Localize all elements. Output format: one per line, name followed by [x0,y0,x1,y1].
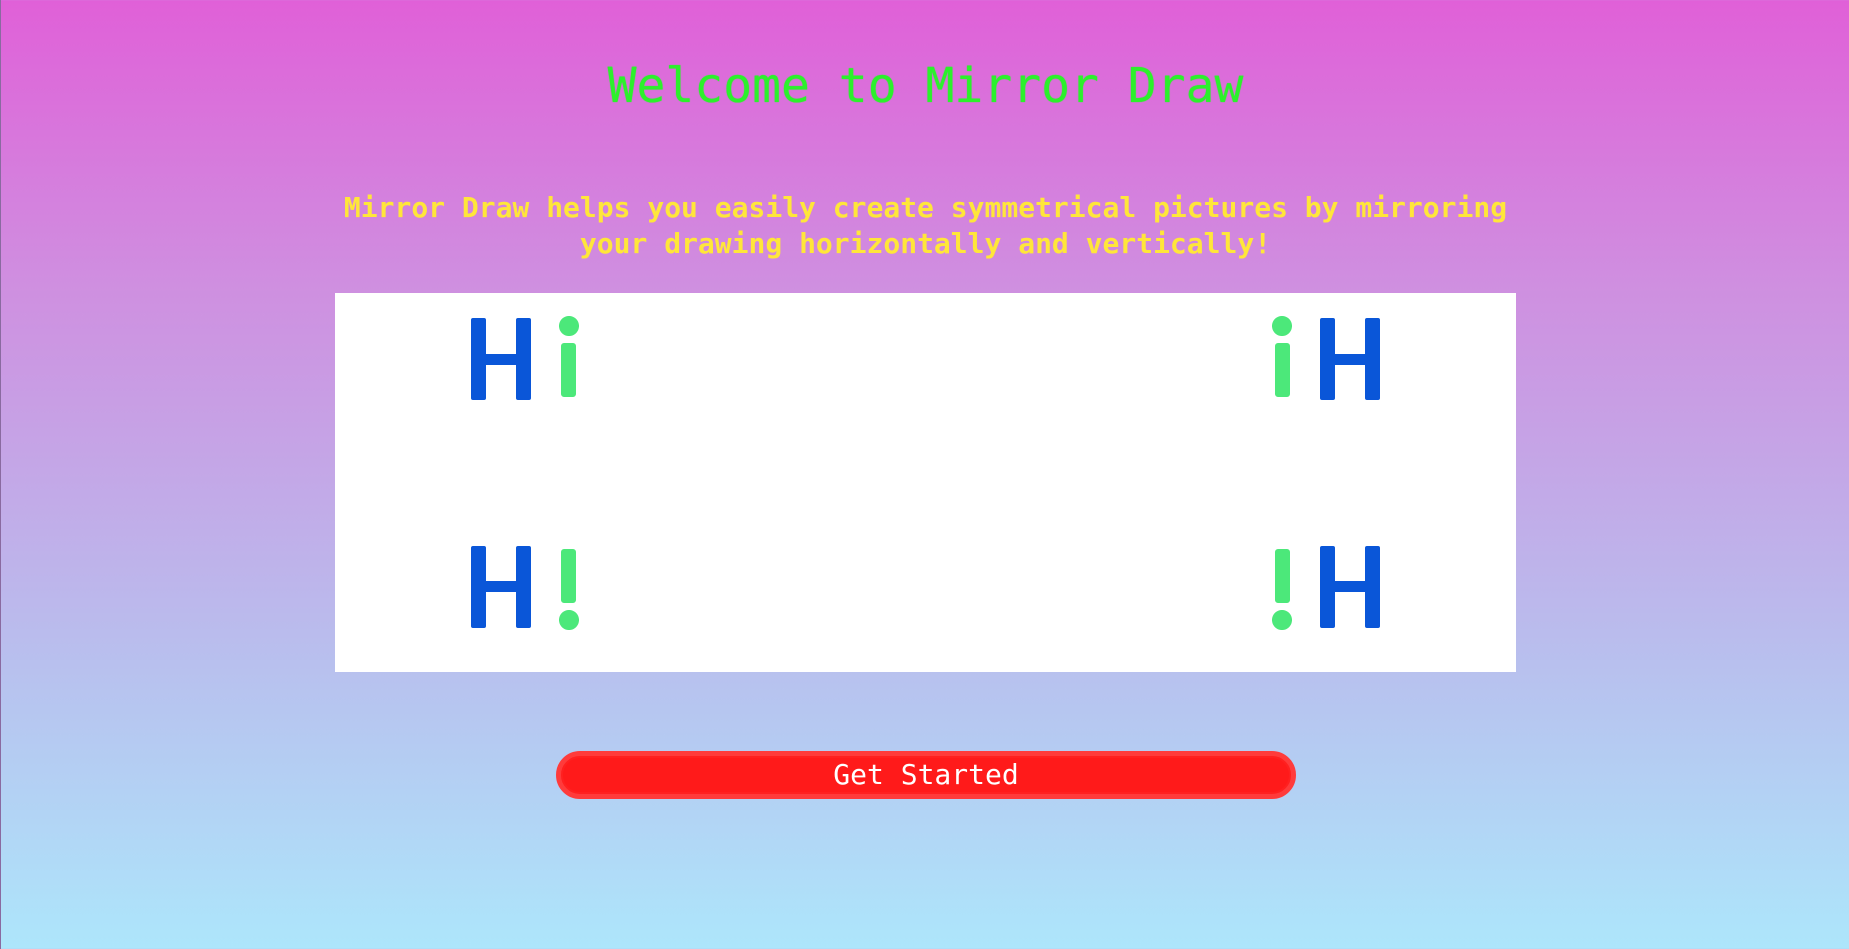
drawing-bottom-left [471,546,580,631]
drawing-bottom-right [1271,546,1380,631]
mirror-demo-canvas [335,293,1516,672]
page-title: Welcome to Mirror Draw [607,58,1244,114]
get-started-button[interactable]: Get Started [556,751,1296,799]
drawing-top-left [471,315,580,400]
mirror-demo-drawing [471,315,1380,631]
tagline: Mirror Draw helps you easily create symm… [343,191,1508,260]
drawing-top-right [1271,315,1380,400]
